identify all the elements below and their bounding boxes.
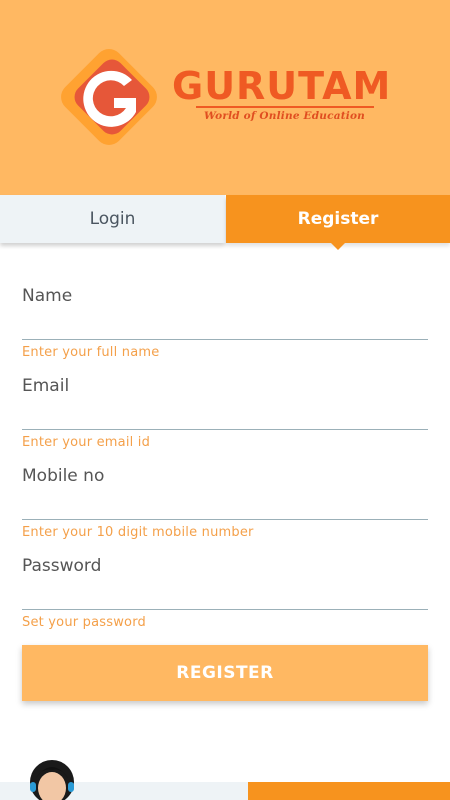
mobile-field[interactable] [22, 490, 428, 520]
brand-tagline: World of Online Education [204, 110, 366, 122]
tab-register[interactable]: Register [226, 195, 450, 250]
password-hint: Set your password [22, 615, 146, 630]
app-header: G GURUTAM World of Online Education [0, 0, 450, 195]
password-field[interactable] [22, 580, 428, 610]
tab-register-label: Register [297, 209, 379, 229]
mobile-hint: Enter your 10 digit mobile number [22, 525, 254, 540]
name-label: Name [22, 286, 73, 306]
email-field-group: Email Enter your email id [22, 376, 428, 450]
tab-login[interactable]: Login [0, 195, 225, 243]
email-field[interactable] [22, 400, 428, 430]
mobile-label: Mobile no [22, 466, 105, 486]
brand-name: GURUTAM [172, 64, 392, 108]
bottom-bar-right [248, 782, 450, 800]
name-field[interactable] [22, 310, 428, 340]
password-label: Password [22, 556, 102, 576]
register-button[interactable]: REGISTER [22, 645, 428, 701]
email-hint: Enter your email id [22, 435, 151, 450]
auth-tabs: Login Register [0, 195, 450, 250]
name-field-group: Name Enter your full name [22, 286, 428, 360]
support-agent-avatar-icon[interactable] [22, 752, 82, 800]
email-label: Email [22, 376, 70, 396]
active-tab-caret [331, 243, 345, 250]
password-field-group: Password Set your password [22, 556, 428, 630]
mobile-field-group: Mobile no Enter your 10 digit mobile num… [22, 466, 428, 540]
tab-login-label: Login [89, 209, 136, 229]
brand-underline [196, 106, 374, 108]
name-hint: Enter your full name [22, 345, 160, 360]
